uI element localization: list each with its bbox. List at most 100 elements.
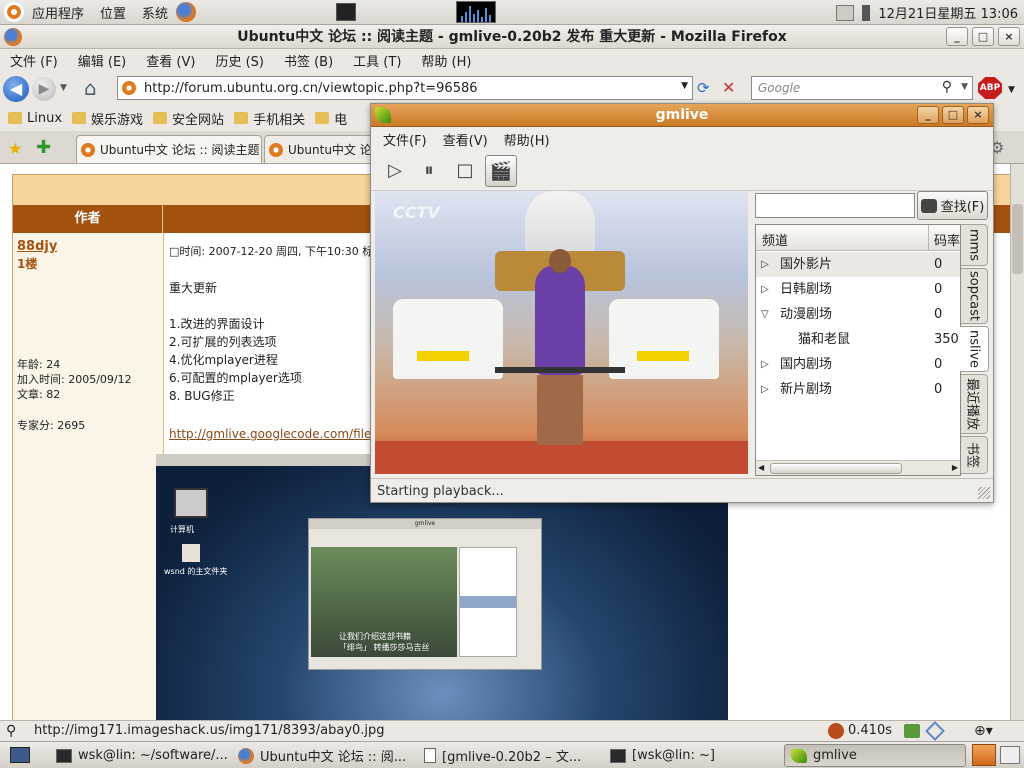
adblock-icon[interactable]: ABP — [978, 77, 1002, 99]
channel-row[interactable]: 猫和老鼠 350 — [756, 327, 960, 352]
folder-icon — [8, 112, 22, 124]
menu-tools[interactable]: 工具 (T) — [343, 51, 411, 70]
expander-collapsed-icon[interactable]: ▷ — [761, 377, 769, 402]
system-monitor-icon[interactable] — [456, 1, 497, 23]
task-terminal-software[interactable]: wsk@lin: ~/software/... — [50, 744, 228, 767]
pause-icon[interactable]: ⏸ — [413, 155, 445, 187]
stop-playback-icon[interactable]: □ — [449, 155, 481, 187]
star-icon[interactable]: ★ — [8, 139, 22, 158]
maximize-button[interactable]: □ — [972, 27, 994, 46]
back-button[interactable]: ◀ — [3, 76, 29, 102]
adblock-dropdown-icon[interactable]: ▼ — [1008, 85, 1015, 95]
find-button[interactable]: 查找(F) — [917, 191, 988, 220]
forward-button[interactable]: ▶ — [32, 77, 56, 101]
trash-icon[interactable] — [972, 744, 996, 766]
gmlive-minimize-button[interactable]: _ — [917, 106, 939, 124]
keyboard-icon[interactable] — [836, 4, 855, 21]
binoculars-icon — [920, 198, 937, 213]
extension-diamond-icon[interactable] — [925, 721, 945, 741]
gmlive-menu-help[interactable]: 帮助(H) — [496, 130, 558, 149]
stop-icon[interactable]: ✕ — [722, 78, 742, 97]
menu-file[interactable]: 文件 (F) — [0, 51, 68, 70]
scroll-left-icon[interactable]: ◀ — [758, 461, 764, 475]
menu-bookmarks[interactable]: 书签 (B) — [274, 51, 343, 70]
search-engine-dropdown-icon[interactable]: ▼ — [961, 82, 968, 92]
play-icon[interactable]: ▷ — [379, 155, 411, 187]
bookmark-folder-more[interactable]: 电 — [315, 109, 347, 128]
tab-bookmarks[interactable]: 书签 — [961, 436, 988, 474]
expander-collapsed-icon[interactable]: ▷ — [761, 252, 769, 277]
url-dropdown-icon[interactable]: ▼ — [681, 81, 688, 91]
bookmark-folder-linux[interactable]: Linux — [8, 111, 62, 126]
task-firefox[interactable]: Ubuntu中文 论坛 :: 阅... — [232, 744, 414, 767]
channel-row[interactable]: ▷ 国外影片 0 — [756, 252, 960, 277]
column-header-channel[interactable]: 频道 — [762, 230, 788, 249]
channel-search-input[interactable] — [755, 193, 915, 218]
channel-tree-hscrollbar[interactable]: ◀ ▶ — [756, 460, 960, 475]
download-link[interactable]: http://gmlive.googlecode.com/files/g — [169, 427, 389, 441]
history-dropdown-icon[interactable]: ▼ — [60, 83, 67, 93]
menu-help[interactable]: 帮助 (H) — [411, 51, 481, 70]
url-bar[interactable]: http://forum.ubuntu.org.cn/viewtopic.php… — [117, 76, 693, 100]
home-icon[interactable]: ⌂ — [84, 77, 108, 99]
post-heading: 重大更新 — [169, 281, 218, 295]
tab-nslive[interactable]: nslive — [960, 326, 989, 372]
channel-row[interactable]: ▽ 动漫剧场 0 — [756, 302, 960, 327]
gmlive-menu-file[interactable]: 文件(F) — [375, 130, 435, 149]
expander-expanded-icon[interactable]: ▽ — [761, 302, 769, 327]
tab-forum-2[interactable]: Ubuntu中文 论坛 :: 阅读主题 ... — [264, 135, 374, 163]
tab-forum-1[interactable]: Ubuntu中文 论坛 :: 阅读主题 ... — [76, 135, 262, 163]
resize-grip-icon[interactable] — [978, 487, 990, 499]
channel-row[interactable]: ▷ 国内剧场 0 — [756, 352, 960, 377]
tab-mms[interactable]: mms — [961, 224, 988, 266]
ubuntu-logo-icon[interactable] — [4, 2, 24, 22]
show-desktop-icon[interactable] — [336, 3, 357, 21]
channel-row[interactable]: ▷ 日韩剧场 0 — [756, 277, 960, 302]
menu-history[interactable]: 历史 (S) — [205, 51, 274, 70]
gmlive-maximize-button[interactable]: □ — [942, 106, 964, 124]
clapperboard-icon[interactable]: 🎬 — [485, 155, 517, 187]
column-header-bitrate[interactable]: 码率 — [934, 230, 960, 249]
page-scrollbar[interactable] — [1010, 164, 1024, 720]
scrollbar-thumb[interactable] — [770, 463, 902, 474]
load-timer-icon[interactable] — [828, 723, 844, 739]
volume-icon[interactable] — [862, 4, 871, 21]
panel-menu-places[interactable]: 位置 — [92, 3, 134, 22]
screenshot-label-computer: 计算机 — [170, 525, 194, 534]
scroll-right-icon[interactable]: ▶ — [952, 461, 958, 475]
gmlive-menu-view[interactable]: 查看(V) — [435, 130, 496, 149]
expander-collapsed-icon[interactable]: ▷ — [761, 352, 769, 377]
close-button[interactable]: × — [998, 27, 1020, 46]
scrollbar-thumb[interactable] — [1012, 204, 1023, 274]
video-player[interactable]: CCTV — [375, 191, 748, 474]
bookmark-folder-security[interactable]: 安全网站 — [153, 109, 224, 128]
reload-icon[interactable]: ⟳ — [697, 79, 717, 97]
bookmark-folder-entertainment[interactable]: 娱乐游戏 — [72, 109, 143, 128]
extension-icon[interactable] — [904, 724, 920, 738]
panel-menu-apps[interactable]: 应用程序 — [24, 3, 92, 22]
show-desktop-button[interactable] — [10, 747, 30, 763]
minimize-button[interactable]: _ — [946, 27, 968, 46]
url-text: http://forum.ubuntu.org.cn/viewtopic.php… — [144, 80, 478, 96]
task-gmlive[interactable]: gmlive — [784, 744, 966, 767]
menu-edit[interactable]: 编辑 (E) — [68, 51, 137, 70]
clock[interactable]: 12月21日星期五 13:06 — [878, 3, 1018, 22]
gmlive-close-button[interactable]: × — [967, 106, 989, 124]
tab-sopcast[interactable]: sopcast — [961, 268, 988, 324]
search-input[interactable]: Google ⚲ ▼ — [751, 76, 973, 100]
gmlive-titlebar[interactable]: gmlive _ □ × — [371, 104, 993, 127]
add-bookmark-icon[interactable]: ✚ — [36, 137, 51, 158]
author-name-link[interactable]: 88djy — [17, 239, 57, 254]
task-document[interactable]: [gmlive-0.20b2 – 文... — [418, 744, 600, 767]
firefox-launcher-icon[interactable] — [176, 2, 197, 22]
expander-collapsed-icon[interactable]: ▷ — [761, 277, 769, 302]
bookmark-folder-mobile[interactable]: 手机相关 — [234, 109, 305, 128]
menu-view[interactable]: 查看 (V) — [136, 51, 205, 70]
search-icon[interactable]: ⚲ — [942, 79, 952, 95]
workspace-switcher[interactable] — [1000, 746, 1020, 764]
tab-recent[interactable]: 最近播放 — [961, 374, 988, 434]
channel-row[interactable]: ▷ 新片剧场 0 — [756, 377, 960, 402]
task-terminal-home[interactable]: [wsk@lin: ~] — [604, 744, 780, 767]
zoom-icon[interactable]: ⊕▾ — [974, 721, 993, 741]
panel-menu-system[interactable]: 系统 — [134, 3, 176, 22]
